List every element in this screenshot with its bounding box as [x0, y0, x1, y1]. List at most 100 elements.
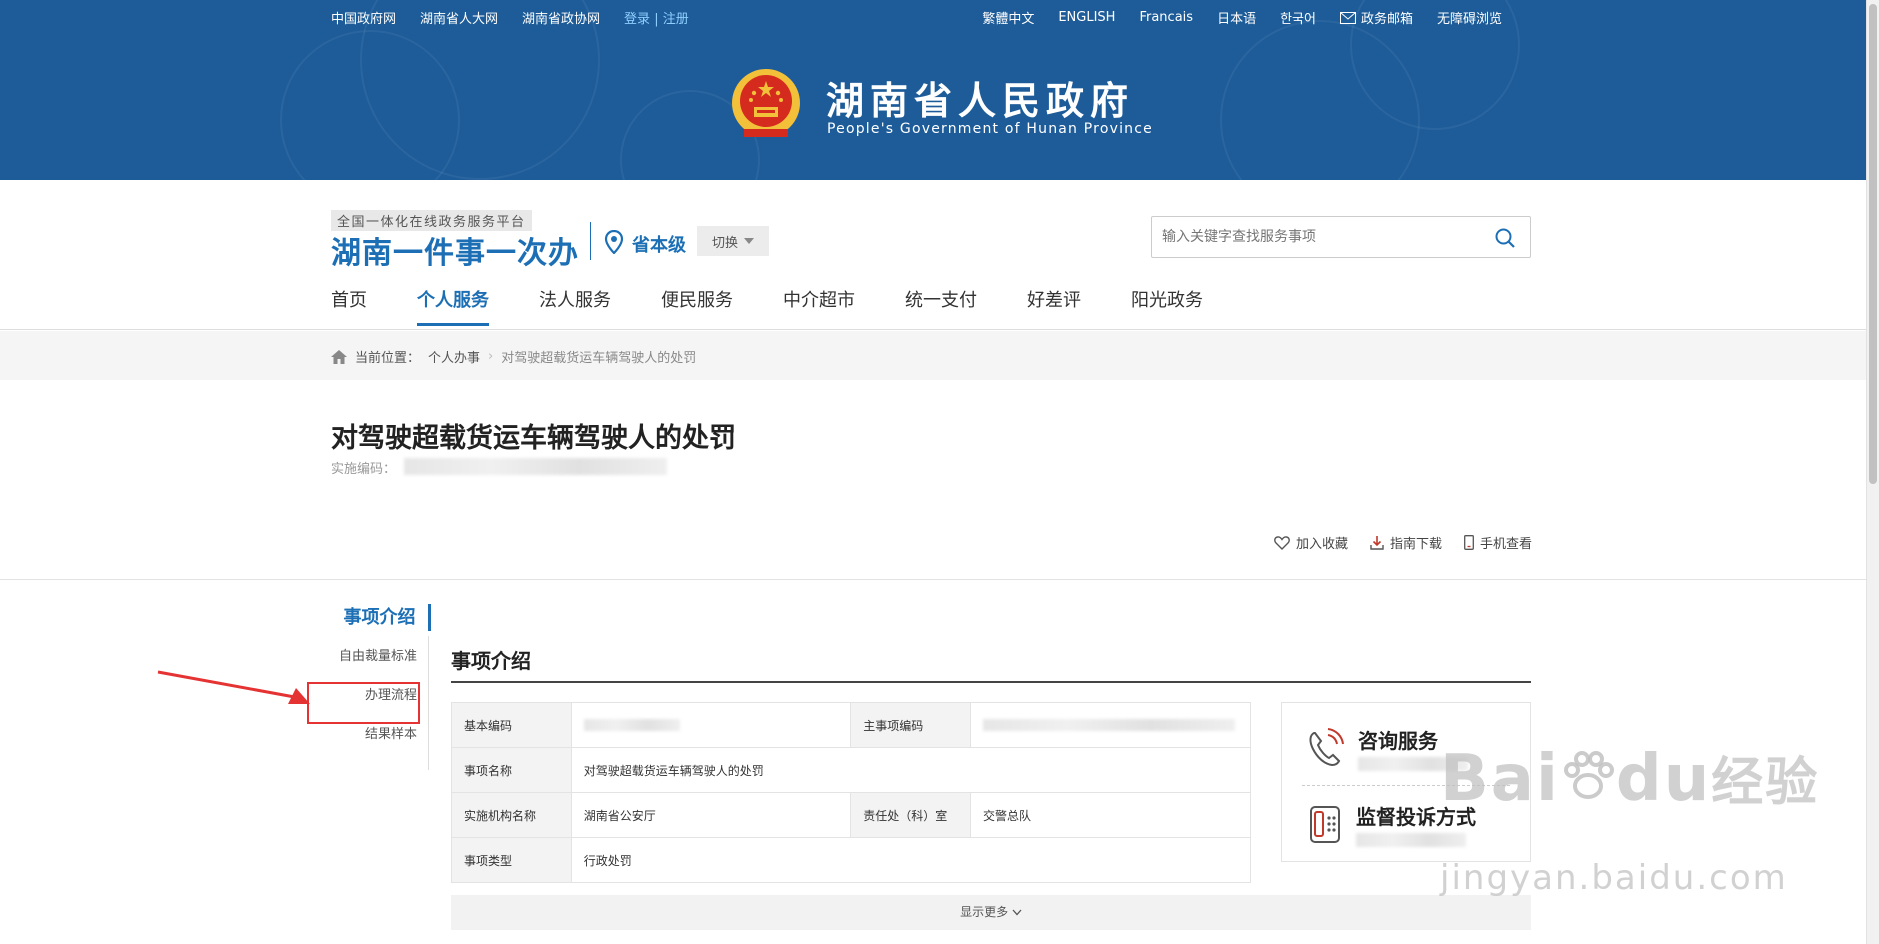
main-code-redacted — [983, 719, 1236, 731]
switch-label: 切换 — [711, 234, 738, 250]
link-npc[interactable]: 湖南省人大网 — [420, 8, 498, 27]
implementation-code-label: 实施编码： — [331, 462, 397, 477]
table-value: 对驾驶超载货运车辆驾驶人的处罚 — [570, 747, 1252, 793]
region-switch-button[interactable]: 切换 — [697, 226, 769, 256]
show-more-label: 显示更多 — [960, 905, 1009, 919]
favorite-label: 加入收藏 — [1295, 537, 1348, 552]
phone-call-icon — [1309, 728, 1344, 767]
breadcrumb-band — [0, 331, 1866, 380]
supervise-phone-redacted — [1356, 833, 1466, 847]
mobile-label: 手机查看 — [1479, 537, 1532, 552]
nav-convenience-service[interactable]: 便民服务 — [661, 286, 733, 324]
item-info-table: 基本编码 主事项编码 事项名称 对驾驶超载货运车辆驾驶人的处罚 实施机构名称 湖… — [451, 702, 1252, 883]
national-emblem-icon — [732, 69, 800, 137]
login-register: 登录 | 注册 — [624, 8, 689, 27]
search-icon[interactable] — [1494, 227, 1516, 249]
nav-sunshine-gov[interactable]: 阳光政务 — [1131, 286, 1203, 324]
favorite-button[interactable]: 加入收藏 — [1274, 533, 1348, 552]
table-label: 事项类型 — [451, 837, 572, 883]
lang-ko[interactable]: 한국어 — [1280, 8, 1316, 27]
login-sep: | — [654, 12, 659, 27]
lang-tw[interactable]: 繁體中文 — [982, 8, 1034, 27]
platform-divider — [590, 222, 591, 260]
nav-agency-market[interactable]: 中介超市 — [783, 286, 855, 324]
watermark-brand: Bai — [1440, 742, 1560, 816]
download-label: 指南下载 — [1389, 537, 1442, 552]
vertical-scrollbar[interactable] — [1866, 0, 1879, 944]
guide-download-button[interactable]: 指南下载 — [1370, 533, 1442, 552]
breadcrumb-personal[interactable]: 个人办事 — [428, 347, 480, 366]
location-pin-icon — [604, 230, 624, 254]
mobile-phone-icon — [1464, 535, 1474, 550]
table-row: 基本编码 主事项编码 — [451, 702, 1251, 748]
table-value: 行政处罚 — [570, 837, 1252, 883]
table-value-redacted — [970, 702, 1251, 748]
side-menu-item-discretion[interactable]: 自由裁量标准 — [331, 637, 431, 676]
main-nav: 首页 个人服务 法人服务 便民服务 中介超市 统一支付 好差评 阳光政务 — [331, 286, 1253, 326]
region-level: 省本级 — [632, 235, 686, 256]
download-icon — [1370, 535, 1384, 550]
side-menu-item-intro[interactable]: 事项介绍 — [331, 604, 431, 631]
table-label: 基本编码 — [451, 702, 572, 748]
implementation-code-redacted — [404, 458, 667, 475]
link-gov-cn[interactable]: 中国政府网 — [331, 8, 396, 27]
top-links-right: 繁體中文 ENGLISH Francais 日本语 한국어 政务邮箱 无障碍浏览 — [982, 8, 1502, 27]
search-box — [1151, 216, 1531, 258]
lang-en[interactable]: ENGLISH — [1058, 10, 1115, 25]
table-row: 事项名称 对驾驶超载货运车辆驾驶人的处罚 — [451, 747, 1252, 793]
breadcrumb-current: 对驾驶超载货运车辆驾驶人的处罚 — [501, 351, 697, 366]
gov-header: 中国政府网 湖南省人大网 湖南省政协网 登录 | 注册 繁體中文 ENGLISH… — [0, 0, 1866, 180]
table-row: 事项类型 行政处罚 — [451, 837, 1252, 883]
basic-code-redacted — [583, 719, 680, 731]
login-link[interactable]: 登录 — [624, 12, 650, 27]
side-menu-rail — [428, 636, 429, 770]
chevron-down-icon — [1012, 909, 1022, 916]
nav-unified-payment[interactable]: 统一支付 — [905, 286, 977, 324]
lang-fr[interactable]: Francais — [1139, 10, 1193, 25]
top-links-left: 中国政府网 湖南省人大网 湖南省政协网 登录 | 注册 — [331, 8, 689, 27]
link-cppcc[interactable]: 湖南省政协网 — [522, 8, 600, 27]
paw-icon — [1563, 751, 1614, 799]
watermark-brand-2: du — [1615, 742, 1712, 816]
table-row: 实施机构名称 湖南省公安厅 责任处（科）室 交警总队 — [451, 792, 1251, 838]
section-divider — [0, 579, 1866, 580]
breadcrumb-label: 当前位置： — [355, 351, 421, 366]
page: 中国政府网 湖南省人大网 湖南省政协网 登录 | 注册 繁體中文 ENGLISH… — [0, 0, 1879, 944]
table-value: 湖南省公安厅 — [570, 792, 852, 838]
nav-corporate-service[interactable]: 法人服务 — [539, 286, 611, 324]
table-label: 责任处（科）室 — [850, 792, 972, 838]
nav-rating[interactable]: 好差评 — [1027, 286, 1081, 324]
item-actions: 加入收藏 指南下载 手机查看 — [1274, 533, 1532, 552]
gov-title: 湖南省人民政府 — [826, 79, 1135, 123]
page-title: 对驾驶超载货运车辆驾驶人的处罚 — [331, 423, 736, 454]
heart-icon — [1274, 535, 1290, 550]
register-link[interactable]: 注册 — [663, 12, 689, 27]
telephone-icon — [1310, 806, 1340, 843]
nav-home[interactable]: 首页 — [331, 286, 367, 324]
watermark-cn: 经验 — [1711, 753, 1820, 813]
side-menu: 事项介绍 自由裁量标准 办理流程 结果样本 — [331, 604, 431, 754]
table-label: 主事项编码 — [850, 702, 972, 748]
baidu-watermark: Bai du经验 jingyan.baidu.com — [1440, 740, 1820, 898]
table-value-redacted — [570, 702, 852, 748]
watermark-url: jingyan.baidu.com — [1440, 858, 1788, 898]
table-value: 交警总队 — [970, 792, 1251, 838]
scrollbar-thumb[interactable] — [1869, 4, 1877, 484]
mail-label: 政务邮箱 — [1360, 12, 1413, 27]
home-icon[interactable] — [331, 349, 347, 364]
search-input[interactable] — [1152, 217, 1472, 257]
nav-personal-service[interactable]: 个人服务 — [417, 286, 489, 326]
caret-down-icon — [744, 238, 754, 244]
lang-ja[interactable]: 日本语 — [1217, 8, 1256, 27]
breadcrumb: 当前位置： 个人办事 › 对驾驶超载货运车辆驾驶人的处罚 — [331, 347, 696, 366]
mail-icon — [1339, 11, 1356, 24]
mobile-view-button[interactable]: 手机查看 — [1464, 533, 1532, 552]
accessible-link[interactable]: 无障碍浏览 — [1437, 8, 1502, 27]
show-more-button[interactable]: 显示更多 — [451, 895, 1531, 930]
platform-logo-text[interactable]: 湖南一件事一次办 — [331, 228, 579, 272]
gov-subtitle: People's Government of Hunan Province — [827, 121, 1153, 137]
mail-link[interactable]: 政务邮箱 — [1339, 8, 1413, 27]
nav-divider — [0, 329, 1866, 330]
annotation-arrow-icon — [157, 670, 310, 704]
table-label: 实施机构名称 — [451, 792, 572, 838]
